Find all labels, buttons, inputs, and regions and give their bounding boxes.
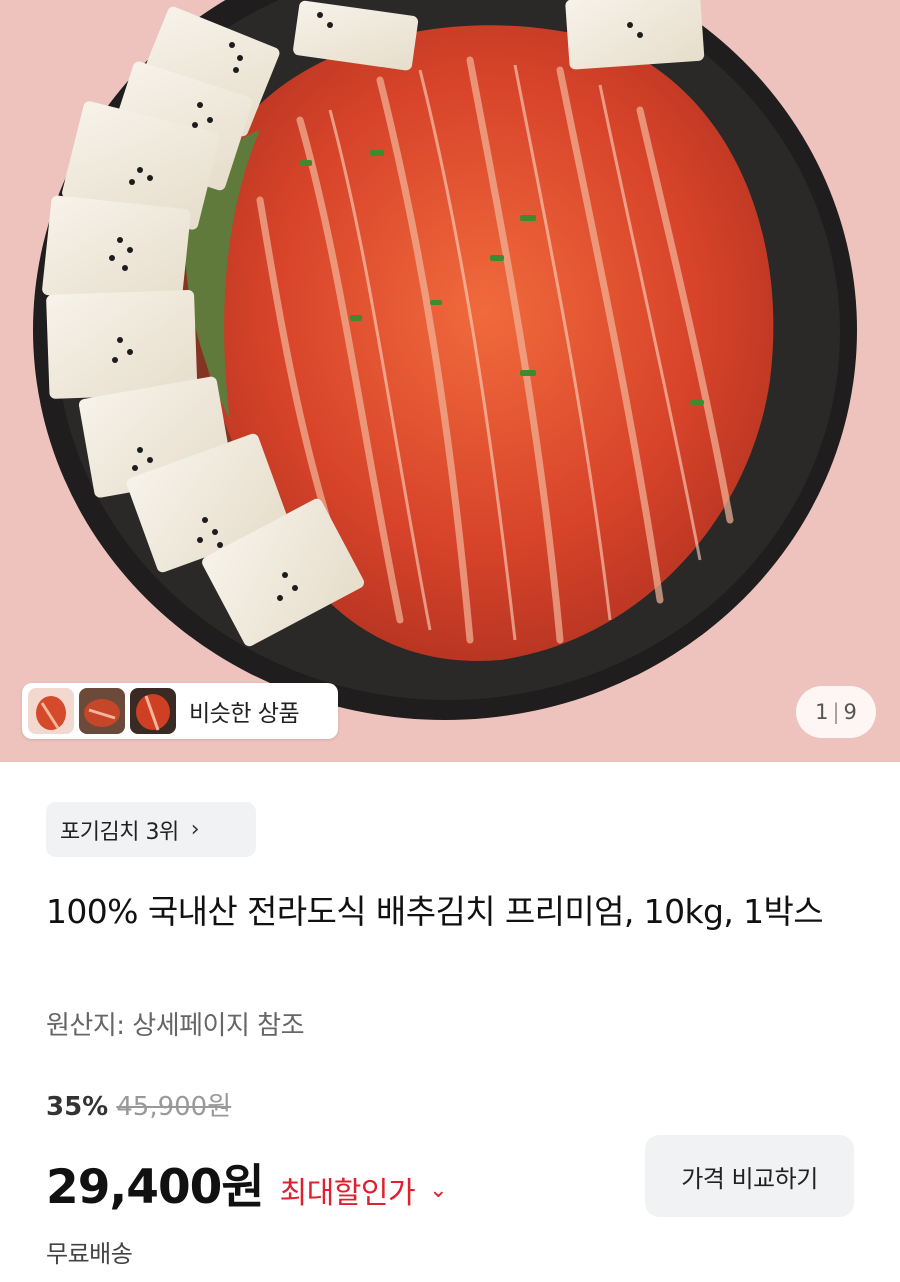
shipping-info: 무료배송 [46, 1240, 133, 1268]
product-title: 100% 국내산 전라도식 배추김치 프리미엄, 10kg, 1박스 [46, 892, 824, 931]
max-discount-dropdown[interactable]: 최대할인가 ⌄ [279, 1168, 448, 1212]
category-rank-link[interactable]: 포기김치 3위 › [46, 802, 256, 857]
similar-product-thumbnail [130, 688, 176, 734]
chevron-right-icon: › [190, 817, 200, 842]
image-counter-separator: | [832, 700, 840, 724]
image-counter-current: 1 [815, 700, 829, 724]
product-main-image [0, 0, 900, 762]
chevron-down-icon: ⌄ [429, 1177, 448, 1203]
similar-product-thumbnail [28, 688, 74, 734]
similar-products-button[interactable]: 비슷한 상품 [22, 683, 338, 739]
category-rank-label: 포기김치 3위 [60, 819, 179, 845]
product-origin: 원산지: 상세페이지 참조 [46, 1011, 305, 1041]
price-row: 29,400원 최대할인가 ⌄ [46, 1148, 448, 1217]
discount-row: 35% 45,900원 [46, 1086, 231, 1123]
sale-price: 29,400원 [46, 1160, 265, 1215]
product-image-gallery[interactable]: 비슷한 상품 1 | 9 [0, 0, 900, 762]
similar-product-thumbnail [79, 688, 125, 734]
price-compare-button[interactable]: 가격 비교하기 [645, 1135, 854, 1217]
original-price: 45,900원 [116, 1092, 232, 1122]
max-discount-label: 최대할인가 [279, 1176, 416, 1211]
image-counter-total: 9 [843, 700, 857, 724]
similar-products-label: 비슷한 상품 [189, 701, 300, 727]
discount-rate: 35% [46, 1092, 109, 1122]
image-counter: 1 | 9 [796, 686, 876, 738]
